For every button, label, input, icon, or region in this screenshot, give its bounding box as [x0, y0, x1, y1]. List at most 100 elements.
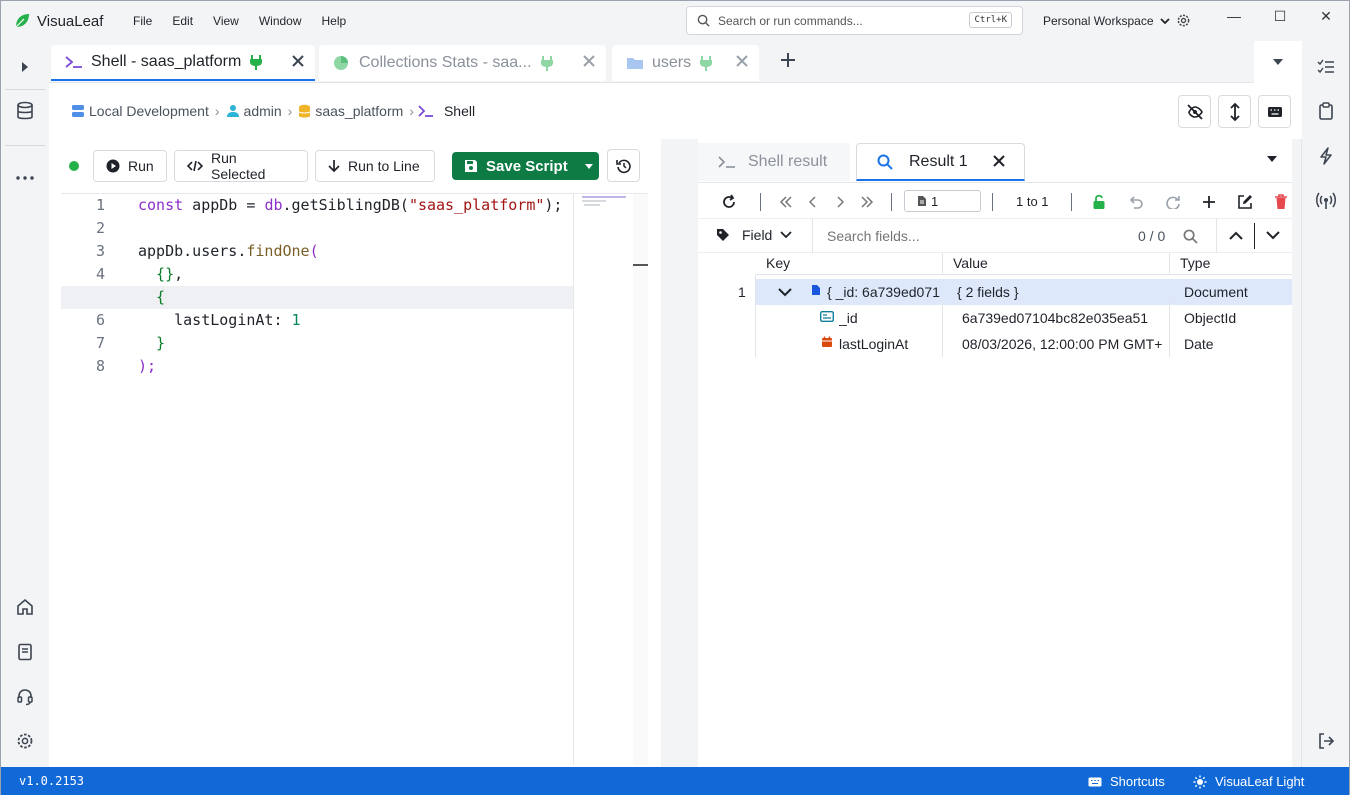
run-to-line-button[interactable]: Run to Line	[315, 150, 435, 182]
leaf-icon	[15, 14, 29, 28]
server-icon	[72, 105, 84, 117]
redo-icon[interactable]	[1164, 193, 1182, 211]
chevron-down-icon[interactable]	[1266, 231, 1280, 240]
run-selected-button[interactable]: Run Selected	[174, 150, 308, 182]
tab-list-dropdown[interactable]	[1254, 41, 1302, 83]
breadcrumb-database[interactable]: saas_platform	[298, 103, 403, 119]
menu-view[interactable]: View	[203, 14, 249, 28]
workspace-selector[interactable]: Personal Workspace	[1043, 13, 1191, 28]
database-icon[interactable]	[13, 99, 37, 123]
close-window-button[interactable]: ✕	[1303, 1, 1349, 31]
chevron-up-icon[interactable]	[1229, 231, 1243, 240]
page-input[interactable]: 1	[904, 190, 981, 212]
shortcuts-button[interactable]: Shortcuts	[1088, 774, 1165, 789]
tab-collections-stats[interactable]: Collections Stats - saa...	[319, 45, 606, 81]
first-page-icon[interactable]	[777, 193, 795, 211]
table-row[interactable]: 1 { _id: 6a739ed071 { 2 fields } Documen…	[698, 279, 1292, 305]
home-icon[interactable]	[13, 595, 37, 619]
checklist-icon[interactable]	[1314, 55, 1338, 79]
previous-page-icon[interactable]	[804, 193, 822, 211]
search-fields-input[interactable]	[827, 228, 1127, 244]
code-minimap[interactable]	[573, 193, 633, 765]
minimize-button[interactable]: —	[1211, 1, 1257, 31]
keyboard-button[interactable]	[1258, 95, 1291, 128]
book-icon[interactable]	[13, 640, 37, 664]
breadcrumb-user[interactable]: admin	[226, 103, 282, 119]
line-number: 6	[95, 311, 105, 329]
support-headset-icon[interactable]	[13, 685, 37, 709]
close-tab-icon[interactable]	[582, 54, 596, 68]
menu-window[interactable]: Window	[249, 14, 312, 28]
chevron-down-icon[interactable]	[778, 288, 792, 297]
theme-button[interactable]: VisuaLeaf Light	[1193, 774, 1304, 789]
field-filter-dropdown[interactable]: Field	[716, 227, 792, 243]
close-tab-icon[interactable]	[291, 54, 305, 68]
search-icon	[697, 14, 710, 27]
column-header-type[interactable]: Type	[1180, 255, 1210, 271]
caret-down-icon	[1273, 59, 1283, 65]
column-header-value[interactable]: Value	[953, 255, 988, 271]
tab-shell-saas-platform[interactable]: Shell - saas_platform	[51, 45, 315, 81]
command-search[interactable]: Search or run commands... Ctrl+K	[686, 6, 1023, 35]
caret-down-icon[interactable]	[1266, 155, 1278, 163]
lightning-icon[interactable]	[1314, 144, 1338, 168]
close-tab-icon[interactable]	[735, 54, 749, 68]
edit-icon[interactable]	[1236, 193, 1254, 211]
pane-splitter[interactable]	[661, 139, 698, 767]
code-token: 1	[291, 311, 301, 329]
code-icon	[187, 160, 203, 172]
column-divider[interactable]	[1169, 253, 1170, 275]
column-divider[interactable]	[942, 253, 943, 275]
unlink-button[interactable]	[1178, 95, 1211, 128]
tab-users[interactable]: users	[612, 45, 759, 81]
menu-edit[interactable]: Edit	[162, 14, 203, 28]
search-icon[interactable]	[1183, 229, 1198, 244]
menu-file[interactable]: File	[123, 14, 162, 28]
calendar-icon	[822, 336, 832, 347]
field-filter-row: Field 0 / 0	[698, 219, 1292, 253]
last-page-icon[interactable]	[858, 193, 876, 211]
tab-label: Shell result	[748, 153, 828, 170]
column-header-key[interactable]: Key	[766, 255, 790, 271]
tab-label: Shell - saas_platform	[91, 53, 242, 70]
logout-icon[interactable]	[1314, 729, 1338, 753]
more-icon[interactable]	[13, 166, 37, 190]
code-line: lastLoginAt: 1	[138, 309, 573, 332]
editor-scrollbar[interactable]	[633, 193, 648, 765]
settings-gear-icon[interactable]	[13, 729, 37, 753]
undo-icon[interactable]	[1127, 193, 1145, 211]
code-line: {},	[138, 263, 573, 286]
run-button[interactable]: Run	[93, 150, 167, 182]
next-page-icon[interactable]	[831, 193, 849, 211]
add-document-icon[interactable]	[1200, 193, 1218, 211]
broadcast-icon[interactable]	[1314, 189, 1338, 213]
clipboard-icon[interactable]	[1314, 99, 1338, 123]
menu-help[interactable]: Help	[312, 14, 357, 28]
table-row[interactable]: lastLoginAt 08/03/2026, 12:00:00 PM GMT+…	[698, 331, 1292, 357]
gear-icon[interactable]	[1176, 13, 1191, 28]
code-editor[interactable]: 1 2 3 4 5 6 7 8 const appDb = db.getSibl…	[61, 193, 573, 765]
expand-sidebar-icon[interactable]	[13, 55, 37, 79]
app-window: VisuaLeaf File Edit View Window Help Sea…	[0, 0, 1350, 795]
table-row[interactable]: _id 6a739ed07104bc82e035ea51 ObjectId	[698, 305, 1292, 331]
delete-icon[interactable]	[1272, 193, 1290, 211]
resize-vertical-button[interactable]	[1218, 95, 1251, 128]
tab-result-1[interactable]: Result 1	[856, 143, 1025, 181]
tab-shell-result[interactable]: Shell result	[698, 143, 850, 181]
add-tab-icon[interactable]	[779, 51, 797, 69]
toolbar-divider	[1071, 193, 1072, 211]
save-script-button[interactable]: Save Script	[452, 152, 599, 180]
close-tab-icon[interactable]	[992, 154, 1006, 168]
arrow-down-icon	[328, 160, 340, 173]
shortcuts-label: Shortcuts	[1110, 774, 1165, 789]
breadcrumb-connection[interactable]: Local Development	[71, 103, 209, 119]
unlock-icon[interactable]	[1090, 193, 1108, 211]
row-type: Date	[1184, 336, 1214, 352]
refresh-icon[interactable]	[720, 193, 738, 211]
code-token: const	[138, 196, 184, 214]
maximize-button[interactable]: ☐	[1257, 1, 1303, 31]
history-button[interactable]	[607, 149, 640, 182]
result-toolbar: 1 1 to 1	[698, 185, 1292, 219]
caret-down-icon[interactable]	[584, 163, 594, 170]
